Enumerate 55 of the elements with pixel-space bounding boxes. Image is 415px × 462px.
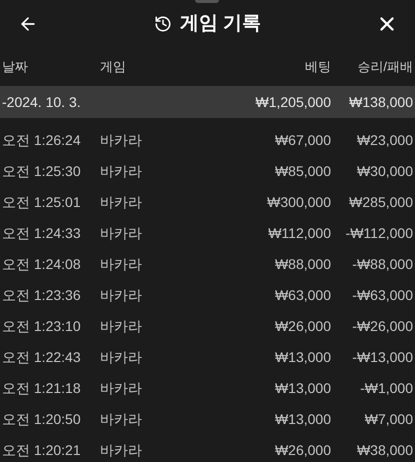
- table-cell-text: 오전 1:25:01: [2, 194, 82, 210]
- table-cell-text: ₩13,000: [274, 348, 331, 364]
- column-header: 승리/패배: [356, 58, 413, 76]
- table-cell-text: -₩26,000: [351, 318, 413, 334]
- table-cell-text: ₩23,000: [356, 132, 413, 148]
- table-cell-text: ₩67,000: [274, 132, 331, 148]
- table-cell-text: 바카라: [100, 256, 143, 272]
- table-cell-text: 바카라: [100, 286, 143, 302]
- table-cell-text: ₩7,000: [364, 410, 413, 426]
- table-cell-text: 바카라: [100, 132, 143, 148]
- table-cell-text: ₩38,000: [356, 442, 413, 458]
- column-header: 베팅: [304, 58, 331, 76]
- table-cell-text: 바카라: [100, 318, 143, 334]
- drag-handle[interactable]: [195, 0, 219, 3]
- table-cell-text: ₩13,000: [274, 380, 331, 396]
- table-cell-text: 오전 1:21:18: [2, 380, 82, 396]
- table-cell-text: ₩63,000: [274, 286, 331, 302]
- table-cell-text: 오전 1:20:50: [2, 410, 82, 426]
- table-cell-text: ₩88,000: [274, 256, 331, 272]
- table-cell-text: ₩1,205,000: [254, 92, 331, 112]
- history-icon: [154, 15, 172, 33]
- table-cell-text: -2024. 10. 3.: [2, 92, 82, 112]
- table-cell-text: 오전 1:23:36: [2, 286, 82, 302]
- table-cell-text: 오전 1:25:30: [2, 162, 82, 178]
- table-cell-text: 오전 1:20:21: [2, 442, 82, 458]
- table-cell-text: ₩300,000: [266, 194, 331, 210]
- table-cell-text: 오전 1:23:10: [2, 318, 82, 334]
- table-cell-text: 오전 1:24:08: [2, 256, 82, 272]
- table-cell-text: 오전 1:24:33: [2, 224, 82, 240]
- table-cell-text: -₩63,000: [351, 286, 413, 302]
- table-cell-text: ₩285,000: [348, 194, 413, 210]
- column-header: 게임: [100, 58, 127, 76]
- column-header: 날짜: [2, 58, 29, 76]
- table-cell-text: ₩85,000: [274, 162, 331, 178]
- table-cell-text: ₩26,000: [274, 318, 331, 334]
- table-cell-text: 오전 1:26:24: [2, 132, 82, 148]
- table-cell-text: 오전 1:22:43: [2, 348, 82, 364]
- table-cell-text: 바카라: [100, 162, 143, 178]
- table-cell-text: 바카라: [100, 410, 143, 426]
- table-cell-text: ₩138,000: [348, 92, 413, 112]
- table-cell-text: ₩112,000: [267, 224, 331, 240]
- table-cell-text: 바카라: [100, 194, 143, 210]
- table-cell-text: -₩112,000: [344, 224, 413, 240]
- table-cell-text: 바카라: [100, 224, 143, 240]
- table-cell-text: 바카라: [100, 442, 143, 458]
- table-cell-text: -₩13,000: [351, 348, 413, 364]
- table-cell-text: ₩30,000: [356, 162, 413, 178]
- table-cell-text: 바카라: [100, 380, 143, 396]
- table-cell-text: ₩26,000: [274, 442, 331, 458]
- table-cell-text: ₩13,000: [274, 410, 331, 426]
- table-cell-text: -₩1,000: [359, 380, 413, 396]
- date-group-row[interactable]: -2024. 10. 3. ₩1,205,000 ₩138,000: [0, 86, 415, 118]
- window-title: 게임 기록: [180, 12, 262, 36]
- table-cell-text: -₩88,000: [351, 256, 413, 272]
- table-cell-text: 바카라: [100, 348, 143, 364]
